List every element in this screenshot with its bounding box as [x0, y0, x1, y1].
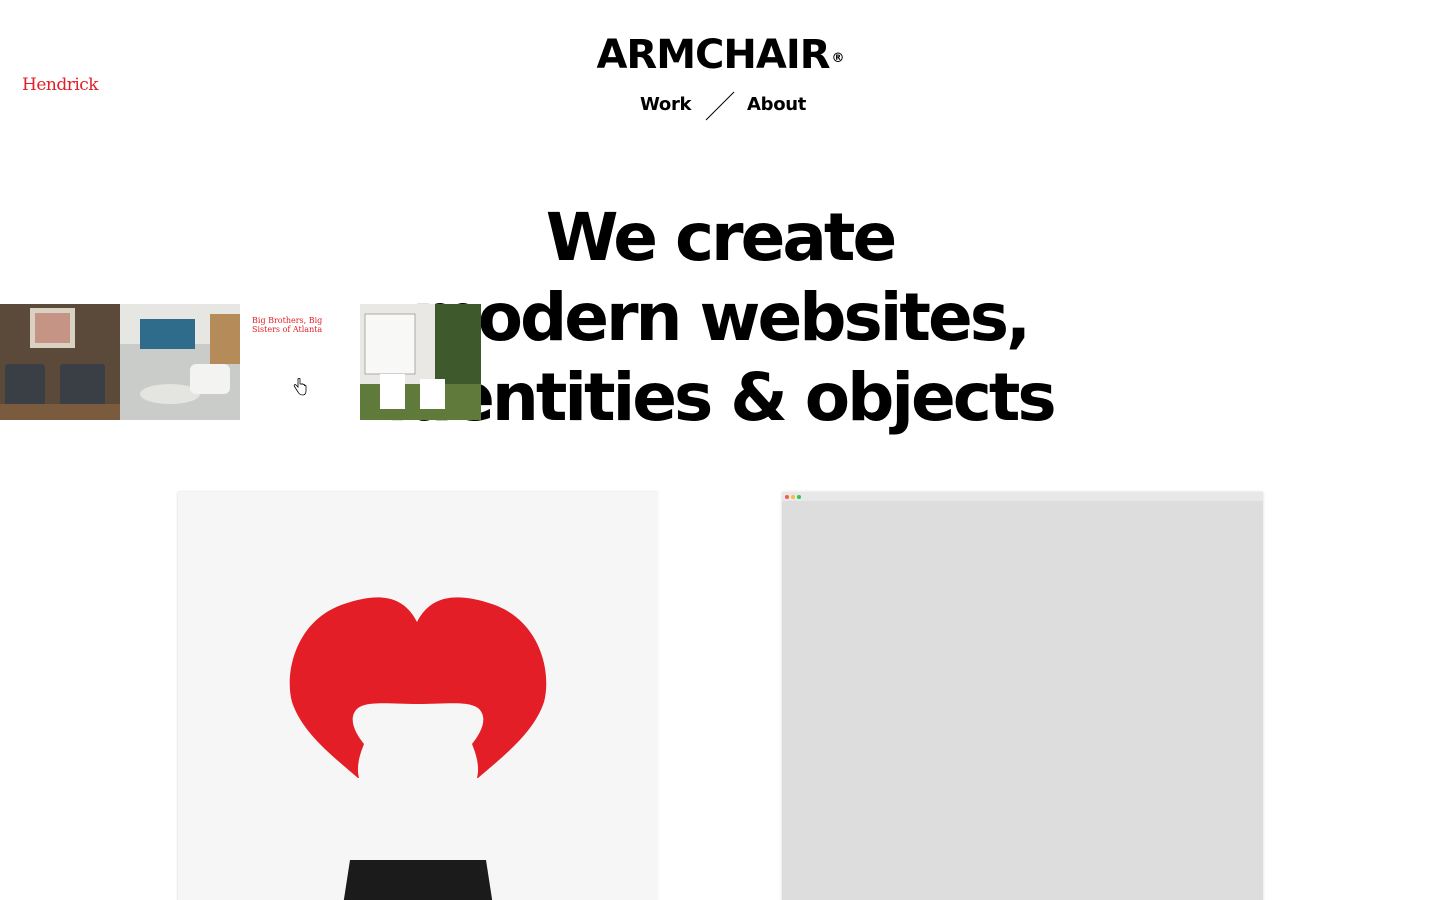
window-minimize-dot-icon — [791, 495, 795, 499]
nav-divider-slash — [705, 91, 735, 121]
browser-chrome — [782, 492, 1263, 501]
heart-armchair-logo-icon — [289, 597, 547, 900]
project-card-identity[interactable] — [178, 492, 658, 900]
hendrick-hero-image: About Projects Expertise Contact Careers… — [0, 9, 481, 304]
nav-work-link[interactable]: Work — [640, 92, 692, 118]
thumbnail-caption: Big Brothers, Big Sisters of Atlanta — [252, 316, 323, 334]
project-thumbnail[interactable]: Big Brothers, Big Sisters of Atlanta — [240, 304, 360, 420]
hendrick-tagline: shapes spaces that inspire business — [128, 77, 244, 136]
hendrick-nav-item[interactable]: About — [130, 29, 154, 38]
project-thumbnail[interactable] — [120, 304, 240, 420]
hendrick-nav-item[interactable]: Client Login — [377, 29, 427, 38]
hendrick-project-thumbnails: Big Brothers, Big Sisters of Atlanta — [0, 304, 481, 420]
hendrick-nav-item[interactable]: Projects — [172, 29, 205, 38]
project-card-website[interactable] — [782, 492, 1263, 900]
nav-about-link[interactable]: About — [747, 92, 806, 118]
office-photo — [0, 304, 120, 420]
lounge-photo — [120, 304, 240, 420]
page: ARMCHAIR ® Work About We create modern we… — [0, 0, 1440, 900]
window-zoom-dot-icon — [797, 495, 801, 499]
registered-mark: ® — [831, 51, 845, 66]
hendrick-nav-item[interactable]: Expertise — [222, 29, 261, 38]
patio-photo — [360, 304, 481, 420]
window-close-dot-icon — [785, 495, 789, 499]
project-thumbnail[interactable] — [0, 304, 120, 420]
hendrick-nav-item[interactable]: Contact — [277, 29, 309, 38]
logo-text: ARMCHAIR — [596, 32, 830, 78]
hand-pointer-cursor-icon — [293, 378, 307, 396]
hendrick-nav-item[interactable]: Careers — [326, 29, 358, 38]
hendrick-logo: Hendrick — [22, 75, 99, 95]
project-thumbnail[interactable] — [360, 304, 481, 420]
